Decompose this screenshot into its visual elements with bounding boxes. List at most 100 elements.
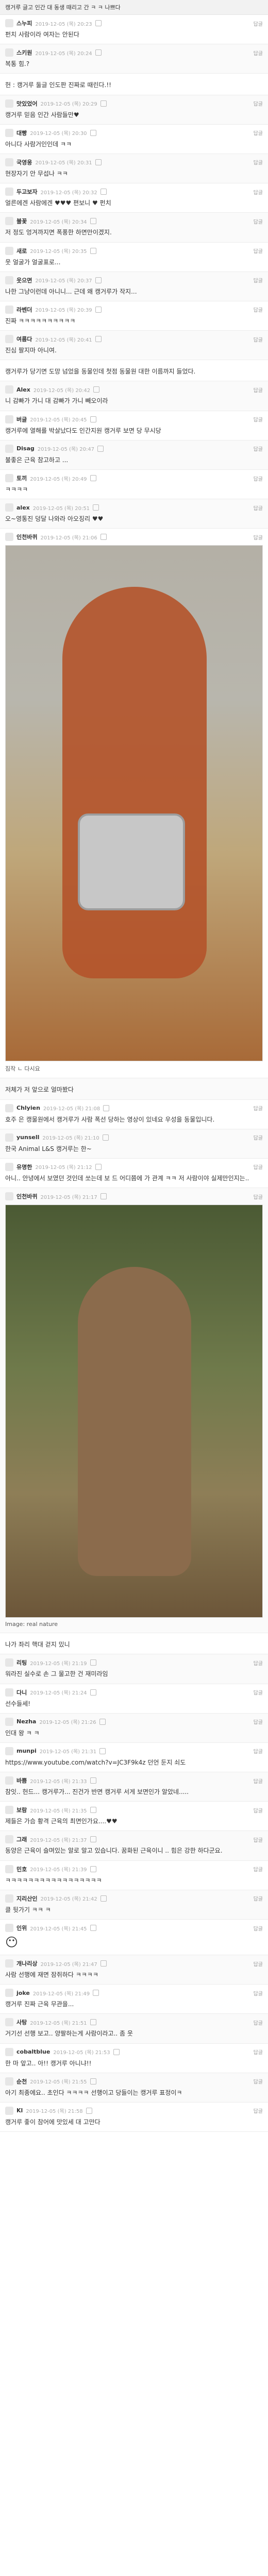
like-icon[interactable] xyxy=(90,1836,96,1843)
like-icon[interactable] xyxy=(100,1193,107,1200)
like-icon[interactable] xyxy=(93,1990,99,1996)
nickname[interactable]: 두고보자 xyxy=(16,188,37,196)
like-icon[interactable] xyxy=(95,49,102,56)
nickname[interactable]: 토끼 xyxy=(16,474,27,482)
nickname[interactable]: yunsell xyxy=(16,1134,39,1141)
nickname[interactable]: 스키원 xyxy=(16,48,32,57)
nickname[interactable]: 지리산인 xyxy=(16,1894,37,1903)
reply-button[interactable]: 답글 xyxy=(254,1133,263,1141)
nickname[interactable]: 유명한 xyxy=(16,1163,32,1171)
like-icon[interactable] xyxy=(90,1866,96,1872)
nickname[interactable]: 인천바퀴 xyxy=(16,1192,37,1200)
reply-button[interactable]: 답글 xyxy=(254,1865,263,1873)
like-icon[interactable] xyxy=(100,1895,107,1902)
like-icon[interactable] xyxy=(90,1925,96,1931)
nickname[interactable]: 다니 xyxy=(16,1688,27,1697)
reply-button[interactable]: 답글 xyxy=(254,1777,263,1785)
like-icon[interactable] xyxy=(95,277,102,283)
reply-button[interactable]: 답글 xyxy=(254,158,263,166)
reply-button[interactable]: 답글 xyxy=(254,1806,263,1814)
reply-button[interactable]: 답글 xyxy=(254,188,263,196)
like-icon[interactable] xyxy=(95,306,102,313)
reply-button[interactable]: 답글 xyxy=(254,2107,263,2114)
reply-button[interactable]: 답글 xyxy=(254,1924,263,1932)
nickname[interactable]: 리팅 xyxy=(16,1658,27,1667)
nickname[interactable]: 개나리상 xyxy=(16,1959,37,1968)
nickname[interactable]: cobaltblue xyxy=(16,2048,50,2055)
reply-button[interactable]: 답글 xyxy=(254,217,263,225)
nickname[interactable]: munpi xyxy=(16,1748,37,1754)
like-icon[interactable] xyxy=(95,159,102,165)
like-icon[interactable] xyxy=(90,1659,96,1666)
nickname[interactable]: alex xyxy=(16,504,30,511)
nickname[interactable]: Kl xyxy=(16,2107,23,2114)
like-icon[interactable] xyxy=(90,2078,96,2084)
reply-button[interactable]: 답글 xyxy=(254,306,263,313)
nickname[interactable]: 버글 xyxy=(16,415,27,423)
like-icon[interactable] xyxy=(102,1134,109,1141)
reply-button[interactable]: 답글 xyxy=(254,49,263,57)
like-icon[interactable] xyxy=(95,1163,102,1170)
nickname[interactable]: 보람 xyxy=(16,1806,27,1814)
reply-button[interactable]: 답글 xyxy=(254,1104,263,1112)
like-icon[interactable] xyxy=(90,1807,96,1814)
reply-button[interactable]: 답글 xyxy=(254,247,263,255)
like-icon[interactable] xyxy=(90,1777,96,1784)
reply-button[interactable]: 답글 xyxy=(254,1836,263,1843)
nickname[interactable]: 불꽃 xyxy=(16,217,27,225)
reply-button[interactable]: 답글 xyxy=(254,474,263,482)
like-icon[interactable] xyxy=(86,2107,92,2114)
reply-button[interactable]: 답글 xyxy=(254,1688,263,1696)
like-icon[interactable] xyxy=(95,20,102,26)
like-icon[interactable] xyxy=(93,386,100,393)
reply-button[interactable]: 답글 xyxy=(254,1193,263,1200)
reply-button[interactable]: 답글 xyxy=(254,2019,263,2026)
like-icon[interactable] xyxy=(113,2048,120,2055)
reply-button[interactable]: 답글 xyxy=(254,1960,263,1968)
reply-button[interactable]: 답글 xyxy=(254,445,263,452)
like-icon[interactable] xyxy=(93,504,99,511)
like-icon[interactable] xyxy=(90,475,96,481)
like-icon[interactable] xyxy=(103,1105,110,1111)
reply-button[interactable]: 답글 xyxy=(254,2077,263,2085)
reply-button[interactable]: 답글 xyxy=(254,20,263,27)
nickname[interactable]: Alex xyxy=(16,386,30,393)
reply-button[interactable]: 답글 xyxy=(254,335,263,343)
nickname[interactable]: 여름다 xyxy=(16,335,32,343)
like-icon[interactable] xyxy=(90,129,96,136)
like-icon[interactable] xyxy=(99,1718,106,1725)
like-icon[interactable] xyxy=(97,445,104,452)
nickname[interactable]: 대빵 xyxy=(16,129,27,137)
reply-button[interactable]: 답글 xyxy=(254,276,263,284)
reply-button[interactable]: 답글 xyxy=(254,1718,263,1725)
nickname[interactable]: 라벤더 xyxy=(16,306,32,314)
reply-button[interactable]: 답글 xyxy=(254,1894,263,1902)
nickname[interactable]: 국영웅 xyxy=(16,158,32,166)
reply-button[interactable]: 답글 xyxy=(254,1989,263,1997)
like-icon[interactable] xyxy=(90,1689,96,1696)
nickname[interactable]: 순천 xyxy=(16,2077,27,2086)
reply-button[interactable]: 답글 xyxy=(254,386,263,394)
reply-button[interactable]: 답글 xyxy=(254,129,263,137)
like-icon[interactable] xyxy=(100,1960,107,1967)
like-icon[interactable] xyxy=(100,534,107,540)
nickname[interactable]: 새로 xyxy=(16,247,27,255)
like-icon[interactable] xyxy=(90,2019,96,2026)
reply-button[interactable]: 답글 xyxy=(254,1659,263,1667)
like-icon[interactable] xyxy=(100,189,107,195)
nickname[interactable]: Chlyien xyxy=(16,1105,40,1111)
like-icon[interactable] xyxy=(90,416,96,422)
reply-button[interactable]: 답글 xyxy=(254,2048,263,2056)
like-icon[interactable] xyxy=(90,247,96,254)
nickname[interactable]: 웃으면 xyxy=(16,276,32,284)
reply-button[interactable]: 답글 xyxy=(254,99,263,107)
like-icon[interactable] xyxy=(90,218,96,225)
nickname[interactable]: 사탕 xyxy=(16,2018,27,2026)
reply-button[interactable]: 답글 xyxy=(254,1163,263,1171)
nickname[interactable]: 인천바퀴 xyxy=(16,533,37,541)
reply-button[interactable]: 답글 xyxy=(254,415,263,423)
nickname[interactable]: joke xyxy=(16,1990,30,1996)
nickname[interactable]: Nezha xyxy=(16,1718,36,1725)
nickname[interactable]: 민호 xyxy=(16,1865,27,1873)
like-icon[interactable] xyxy=(95,336,102,343)
